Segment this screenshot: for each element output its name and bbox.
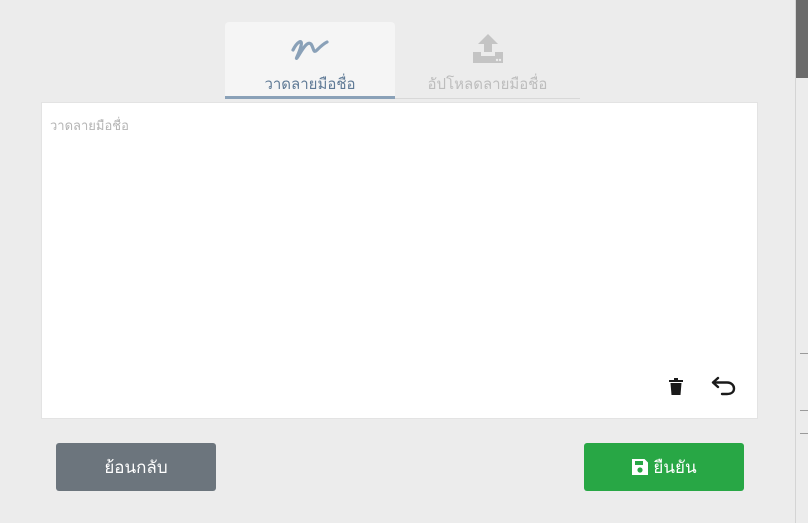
signature-pad[interactable]: วาดลายมือชื่อ xyxy=(41,102,758,419)
undo-signature-button[interactable] xyxy=(711,373,737,399)
background-page xyxy=(796,0,808,523)
background-divider xyxy=(800,410,808,411)
signature-icon xyxy=(291,40,329,60)
back-button-label: ย้อนกลับ xyxy=(104,457,168,478)
save-icon xyxy=(631,458,649,476)
background-divider xyxy=(800,353,808,354)
upload-icon xyxy=(472,34,503,63)
tab-draw-label: วาดลายมือชื่อ xyxy=(264,75,356,93)
background-divider xyxy=(800,433,808,434)
tab-upload-signature[interactable]: อัปโหลดลายมือชื่อ xyxy=(395,22,580,99)
undo-icon xyxy=(711,376,736,396)
background-header xyxy=(796,0,808,78)
confirm-button[interactable]: ยืนยัน xyxy=(584,443,744,491)
clear-signature-button[interactable] xyxy=(663,373,689,399)
back-button[interactable]: ย้อนกลับ xyxy=(56,443,216,491)
tab-upload-label: อัปโหลดลายมือชื่อ xyxy=(427,75,548,93)
trash-icon xyxy=(669,377,683,395)
signature-pad-placeholder: วาดลายมือชื่อ xyxy=(50,119,129,134)
confirm-button-label: ยืนยัน xyxy=(653,457,697,478)
signature-modal: วาดลายมือชื่อ อัปโหลดลายมือชื่อ วาดลายมื… xyxy=(0,0,796,523)
tab-draw-signature[interactable]: วาดลายมือชื่อ xyxy=(225,22,395,99)
